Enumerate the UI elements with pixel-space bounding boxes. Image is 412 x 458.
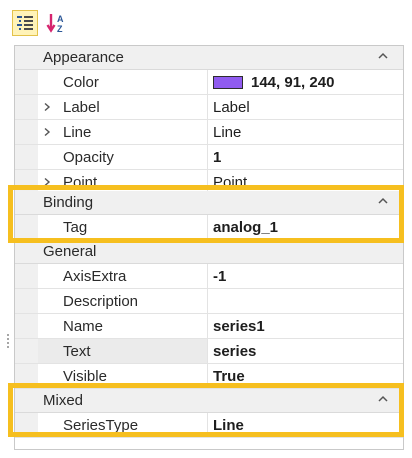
property-value[interactable]: 144, 91, 240 <box>251 74 334 91</box>
property-row-opacity[interactable]: Opacity 1 <box>15 145 403 170</box>
expand-chevron-icon[interactable] <box>42 177 52 187</box>
property-value[interactable]: Line <box>213 124 241 141</box>
svg-text:A: A <box>57 14 64 24</box>
property-grid-toolbar: A Z <box>12 8 70 38</box>
property-row-tag[interactable]: Tag analog_1 <box>15 215 403 240</box>
property-grid: Appearance Color 144, 91, 240 Label Labe… <box>14 45 404 450</box>
property-value[interactable]: analog_1 <box>213 219 278 236</box>
collapse-icon[interactable] <box>377 50 389 62</box>
property-row-axisextra[interactable]: AxisExtra -1 <box>15 264 403 289</box>
property-value[interactable]: Label <box>213 99 250 116</box>
property-value[interactable]: 1 <box>213 149 221 166</box>
property-name: Line <box>63 124 92 141</box>
property-row-label[interactable]: Label Label <box>15 95 403 120</box>
property-name: Tag <box>63 219 88 236</box>
property-name: Visible <box>63 368 107 385</box>
property-value[interactable]: Line <box>213 417 244 434</box>
category-label: Mixed <box>43 392 84 409</box>
category-mixed[interactable]: Mixed <box>15 389 403 413</box>
property-name: Color <box>63 74 99 91</box>
property-row-line[interactable]: Line Line <box>15 120 403 145</box>
category-label: Appearance <box>43 49 124 66</box>
property-name: SeriesType <box>63 417 139 434</box>
property-row-seriestype[interactable]: SeriesType Line <box>15 413 403 438</box>
property-value[interactable]: True <box>213 368 245 385</box>
categorized-view-button[interactable] <box>12 10 38 36</box>
categorized-view-icon <box>17 16 33 30</box>
property-value[interactable]: -1 <box>213 268 226 285</box>
property-name: Point <box>63 174 98 191</box>
property-row-name[interactable]: Name series1 <box>15 314 403 339</box>
property-value[interactable]: series <box>213 343 256 360</box>
expand-chevron-icon[interactable] <box>42 127 52 137</box>
alphabetical-sort-icon: A Z <box>46 14 64 34</box>
property-name: Name <box>63 318 104 335</box>
collapse-icon[interactable] <box>377 393 389 405</box>
alphabetical-sort-button[interactable]: A Z <box>44 10 70 36</box>
property-value[interactable]: series1 <box>213 318 265 335</box>
property-grid-window: A Z Appearance Color 144, 91, 240 Label … <box>0 0 412 458</box>
category-appearance[interactable]: Appearance <box>15 46 403 70</box>
collapse-icon[interactable] <box>377 195 389 207</box>
color-swatch <box>213 76 243 89</box>
expand-chevron-icon[interactable] <box>42 102 52 112</box>
property-row-color[interactable]: Color 144, 91, 240 <box>15 70 403 95</box>
property-value[interactable]: Point <box>213 174 247 191</box>
property-name: Description <box>63 293 139 310</box>
property-row-visible[interactable]: Visible True <box>15 364 403 389</box>
property-name: Text <box>63 343 91 360</box>
property-name: Label <box>63 99 100 116</box>
category-label: Binding <box>43 194 94 211</box>
category-binding[interactable]: Binding <box>15 191 403 215</box>
property-row-text[interactable]: Text series <box>15 339 403 364</box>
property-name: Opacity <box>63 149 114 166</box>
property-name: AxisExtra <box>63 268 127 285</box>
svg-text:Z: Z <box>57 24 63 34</box>
splitter-grip-icon[interactable] <box>6 333 10 351</box>
property-row-description[interactable]: Description <box>15 289 403 314</box>
category-label: General <box>43 243 97 260</box>
category-general[interactable]: General <box>15 240 403 264</box>
